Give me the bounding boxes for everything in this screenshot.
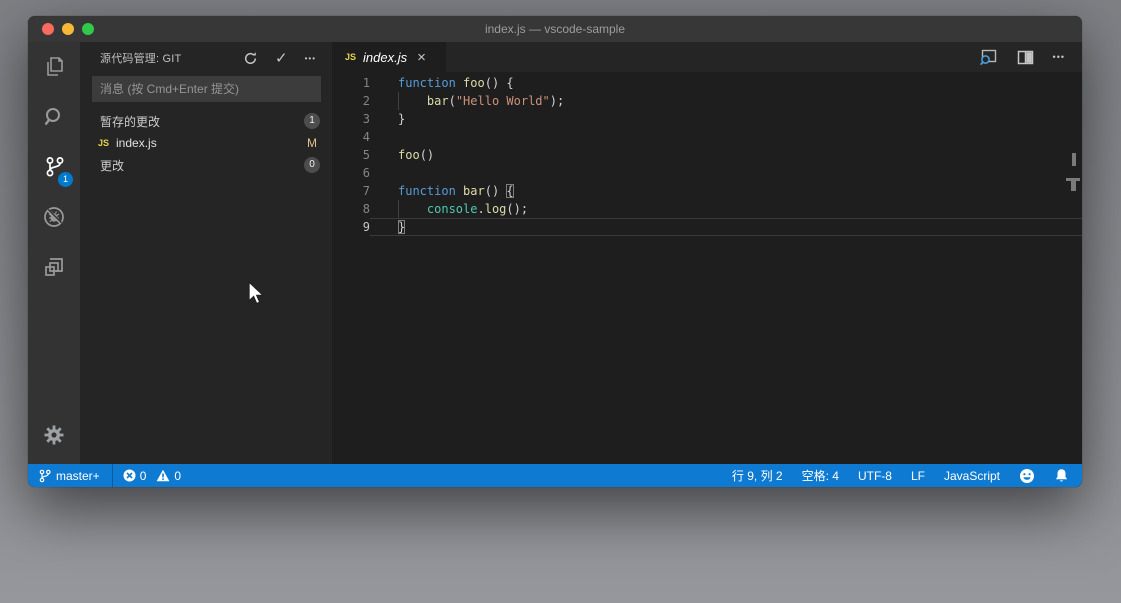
files-icon [41,54,67,80]
code-line[interactable]: 1function foo() { [332,74,1082,92]
file-name: index.js [116,136,307,150]
code-line[interactable]: 6 [332,164,1082,182]
mouse-cursor [247,281,267,307]
line-number: 9 [332,218,370,236]
line-content: foo() [370,146,1082,164]
code-line[interactable]: 9} [332,218,1082,236]
line-number: 5 [332,146,370,164]
code-line[interactable]: 2 bar("Hello World"); [332,92,1082,110]
problems-indicator[interactable]: 0 0 [113,469,197,483]
search-icon [41,104,67,130]
scm-badge: 1 [58,172,73,187]
staged-count-badge: 1 [304,113,320,129]
line-content [370,128,1082,146]
encoding[interactable]: UTF-8 [858,469,892,483]
more-actions-icon[interactable]: ••• [1053,52,1065,62]
sidebar-title: 源代码管理: GIT [80,50,243,66]
code-line[interactable]: 4 [332,128,1082,146]
commit-message-input[interactable] [92,76,321,102]
js-file-icon: JS [98,138,109,148]
line-number: 7 [332,182,370,200]
language-mode[interactable]: JavaScript [944,469,1000,483]
cursor-position[interactable]: 行 9, 列 2 [732,467,783,484]
sidebar-header: 源代码管理: GIT ✓ ••• [80,42,332,74]
line-content: function bar() { [370,182,1082,200]
code-line[interactable]: 5foo() [332,146,1082,164]
activity-explorer[interactable] [28,42,80,92]
staged-file-row[interactable]: JS index.js M [80,132,332,154]
line-number: 1 [332,74,370,92]
commit-check-icon[interactable]: ✓ [275,49,288,67]
debug-disabled-icon [41,204,67,230]
git-branch-icon [39,469,51,483]
manage-button[interactable] [28,418,80,452]
activity-debug[interactable] [28,192,80,242]
line-content: function foo() { [370,74,1082,92]
code-line[interactable]: 7function bar() { [332,182,1082,200]
vscode-window: index.js — vscode-sample [28,16,1082,487]
tab-index-js[interactable]: JS index.js × [332,42,446,72]
window-title: index.js — vscode-sample [28,16,1082,42]
changes-section[interactable]: 更改 0 [80,154,332,176]
tab-label: index.js [363,50,407,65]
titlebar: index.js — vscode-sample [28,16,1082,42]
line-content: console.log(); [370,200,1082,218]
activity-extensions[interactable] [28,242,80,292]
extensions-icon [41,254,67,280]
changes-count-badge: 0 [304,157,320,173]
staged-changes-section[interactable]: 暂存的更改 1 [80,110,332,132]
modified-status: M [307,136,317,150]
indentation[interactable]: 空格: 4 [802,467,839,484]
line-number: 3 [332,110,370,128]
code-editor[interactable]: 1function foo() {2 bar("Hello World");3}… [332,72,1082,464]
activity-source-control[interactable]: 1 [28,142,80,192]
section-label: 更改 [100,157,304,174]
error-icon [123,469,136,482]
line-number: 6 [332,164,370,182]
warning-count: 0 [174,469,181,483]
line-number: 2 [332,92,370,110]
close-tab-icon[interactable]: × [417,50,426,65]
refresh-icon[interactable] [243,51,258,66]
overview-ruler-mark [1071,181,1076,191]
notifications-bell-icon[interactable] [1054,468,1069,484]
line-number: 4 [332,128,370,146]
line-content: } [370,110,1082,128]
code-lines: 1function foo() {2 bar("Hello World");3}… [332,74,1082,236]
activity-bar: 1 [28,42,80,464]
overview-ruler-mark [1072,153,1076,166]
feedback-smiley-icon[interactable] [1019,468,1035,484]
error-count: 0 [140,469,147,483]
code-line[interactable]: 3} [332,110,1082,128]
line-content: bar("Hello World"); [370,92,1082,110]
scm-sidebar: 源代码管理: GIT ✓ ••• 暂存的更改 1 [80,42,332,464]
branch-name: master+ [56,469,100,483]
editor-group: JS index.js × [332,42,1082,464]
code-line[interactable]: 8 console.log(); [332,200,1082,218]
status-bar: master+ 0 0 [28,464,1082,487]
warning-icon [156,469,170,482]
open-changes-icon[interactable] [979,49,998,66]
line-content: } [370,218,1082,236]
more-icon[interactable]: ••• [305,54,316,63]
split-editor-icon[interactable] [1017,50,1034,65]
eol-sequence[interactable]: LF [911,469,925,483]
section-label: 暂存的更改 [100,113,304,130]
js-file-icon: JS [345,52,356,62]
activity-search[interactable] [28,92,80,142]
branch-indicator[interactable]: master+ [28,464,112,487]
tab-bar: JS index.js × [332,42,1082,72]
line-number: 8 [332,200,370,218]
gear-icon [43,424,65,446]
line-content [370,164,1082,182]
